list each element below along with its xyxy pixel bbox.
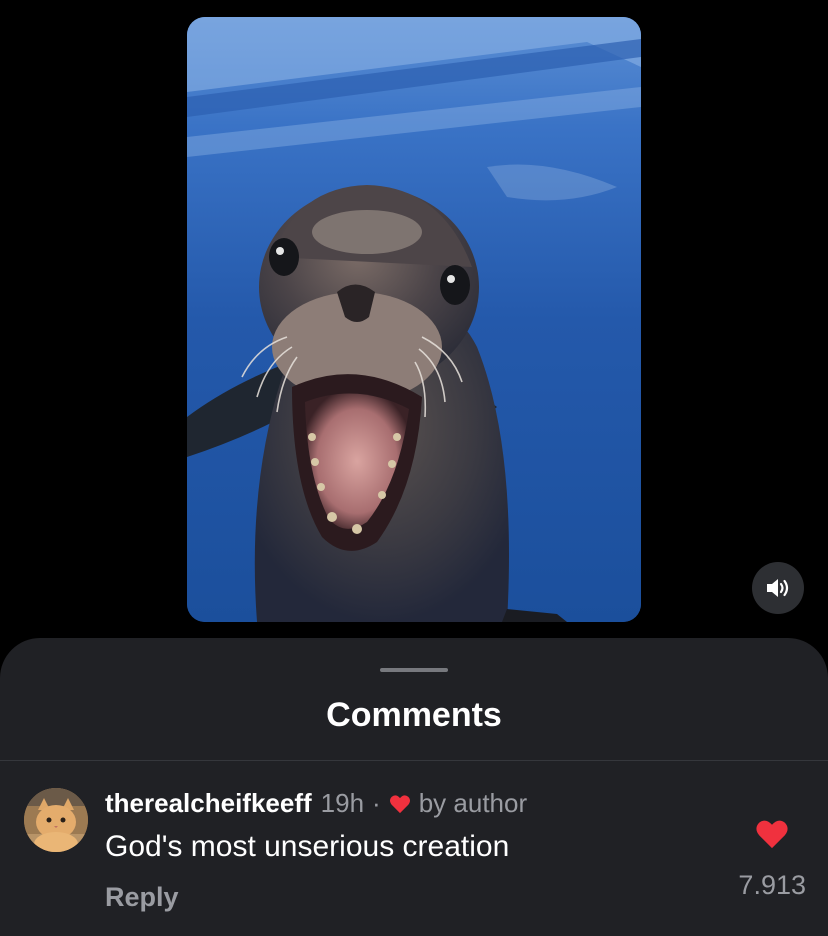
heart-icon [756,820,788,849]
sheet-title: Comments [326,696,502,734]
comment-timestamp: 19h [320,788,365,818]
volume-button[interactable] [752,562,804,614]
sea-lion-video-frame [187,17,641,622]
cat-avatar-image [24,788,88,852]
speaker-icon [767,579,789,597]
meta-separator: · [372,788,381,818]
avatar[interactable] [24,788,88,852]
comment-username[interactable]: therealcheifkeeff [105,788,312,819]
video-player[interactable] [187,17,641,622]
reply-button[interactable]: Reply [105,882,179,913]
comment-meta: therealcheifkeeff 19h · by author [105,788,527,819]
like-button[interactable] [755,818,789,850]
like-count: 7.913 [738,870,806,900]
comment-text: God's most unserious creation [105,830,510,863]
author-badge-text: by author [418,788,528,818]
divider [0,760,828,761]
comments-sheet: Comments therealcheifkeeff 19h · by auth… [0,638,828,936]
drag-handle[interactable] [380,668,448,672]
heart-icon [389,794,411,814]
